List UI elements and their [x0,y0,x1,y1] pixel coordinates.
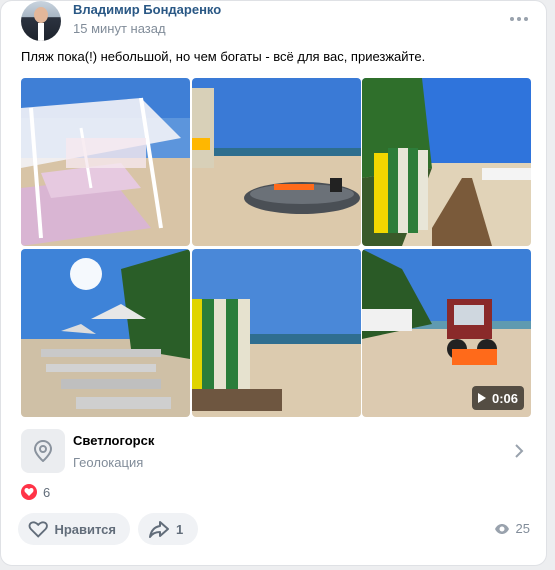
geolocation-row[interactable]: Светлогорск Геолокация [21,429,531,473]
video-duration: 0:06 [491,390,518,406]
post-card: Владимир Бондаренко 15 минут назад Пляж … [0,0,547,566]
like-button[interactable]: Нравится [18,513,130,545]
photo-striped-windbreak[interactable] [192,249,361,417]
author-name[interactable]: Владимир Бондаренко [73,2,221,17]
post-timestamp[interactable]: 15 минут назад [73,21,166,36]
photo-loungers[interactable] [21,249,190,417]
views-counter: 25 [494,521,530,536]
more-options-icon[interactable] [507,11,531,27]
photo-windbreaks[interactable] [362,78,531,246]
location-pin-icon [21,429,65,473]
reactions-summary[interactable]: 6 [21,484,50,500]
play-icon [477,393,486,403]
author-avatar[interactable] [21,1,61,41]
heart-icon [21,484,37,500]
geolocation-title: Светлогорск [73,433,155,448]
eye-icon [494,523,509,534]
like-label: Нравится [54,521,116,537]
heart-outline-icon [28,521,48,538]
post-text: Пляж пока(!) небольшой, но чем богаты - … [21,49,426,64]
chevron-right-icon [515,444,524,458]
photo-rescue-boat[interactable] [192,78,361,246]
share-count: 1 [176,521,184,537]
geolocation-subtitle: Геолокация [73,455,144,470]
reactions-count: 6 [43,484,51,500]
views-count: 25 [515,521,530,536]
video-duration-badge: 0:06 [471,386,524,410]
video-tractor[interactable]: 0:06 [362,249,531,417]
share-button[interactable]: 1 [138,513,198,545]
share-icon [149,521,169,538]
photo-cabanas[interactable] [21,78,190,246]
